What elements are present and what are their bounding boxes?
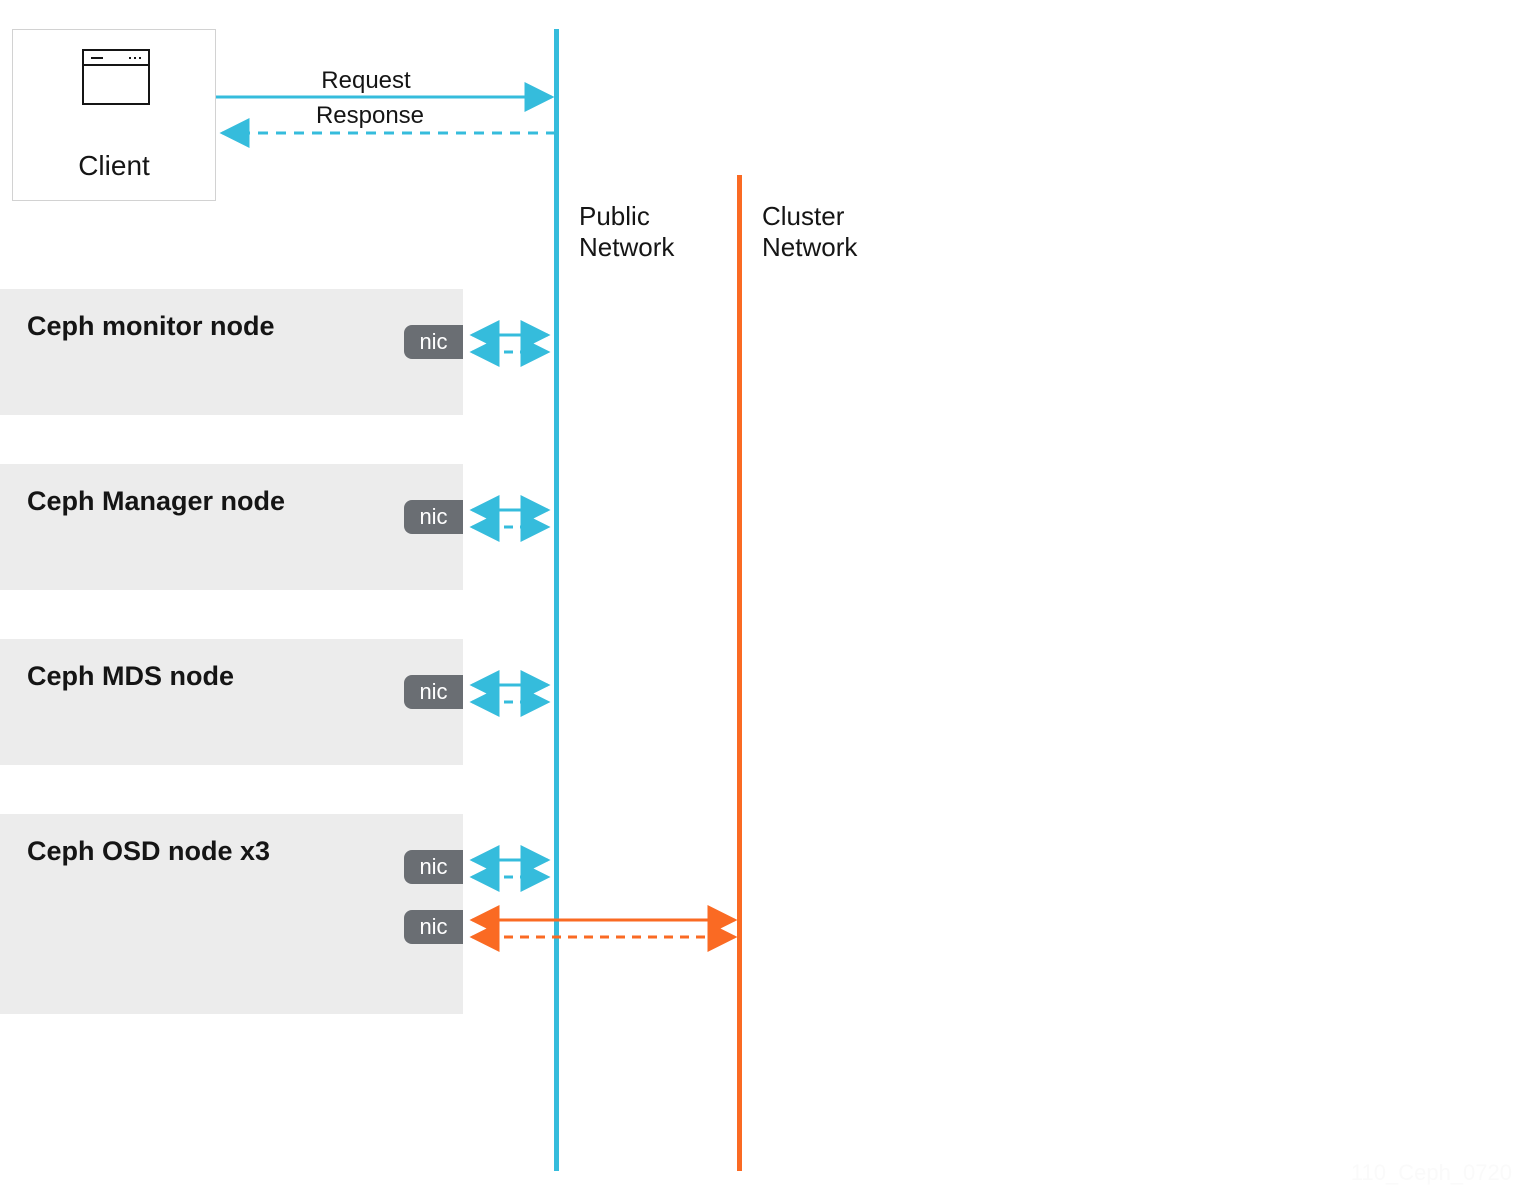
node-osd: Ceph OSD node x3: [0, 814, 463, 1014]
cluster-network-line: [737, 175, 742, 1171]
client-panel: Client: [12, 29, 216, 201]
node-manager-nic-arrows: [463, 500, 558, 536]
node-manager: Ceph Manager node: [0, 464, 463, 590]
cluster-network-label: Cluster Network: [762, 201, 857, 263]
node-osd-nic-cluster: nic: [404, 910, 463, 944]
node-osd-nic-public: nic: [404, 850, 463, 884]
node-mds-title: Ceph MDS node: [27, 661, 234, 692]
node-mds-nic-arrows: [463, 675, 558, 711]
window-icon: [82, 49, 150, 105]
public-network-label: Public Network: [579, 201, 674, 263]
node-monitor-nic: nic: [404, 325, 463, 359]
request-label: Request: [311, 67, 421, 95]
node-manager-nic: nic: [404, 500, 463, 534]
response-label: Response: [311, 102, 429, 130]
diagram-canvas: Public Network Cluster Network Client: [0, 0, 1520, 1190]
client-label: Client: [13, 150, 215, 182]
watermark: 110_Ceph_0720: [1351, 1160, 1512, 1186]
node-osd-nic-public-arrows: [463, 850, 558, 886]
node-mds: Ceph MDS node: [0, 639, 463, 765]
node-monitor-nic-arrows: [463, 325, 558, 361]
node-monitor-title: Ceph monitor node: [27, 311, 274, 342]
node-manager-title: Ceph Manager node: [27, 486, 285, 517]
node-monitor: Ceph monitor node: [0, 289, 463, 415]
public-network-line: [554, 29, 559, 1171]
node-osd-nic-cluster-arrows: [463, 910, 743, 946]
node-mds-nic: nic: [404, 675, 463, 709]
node-osd-title: Ceph OSD node x3: [27, 836, 270, 867]
